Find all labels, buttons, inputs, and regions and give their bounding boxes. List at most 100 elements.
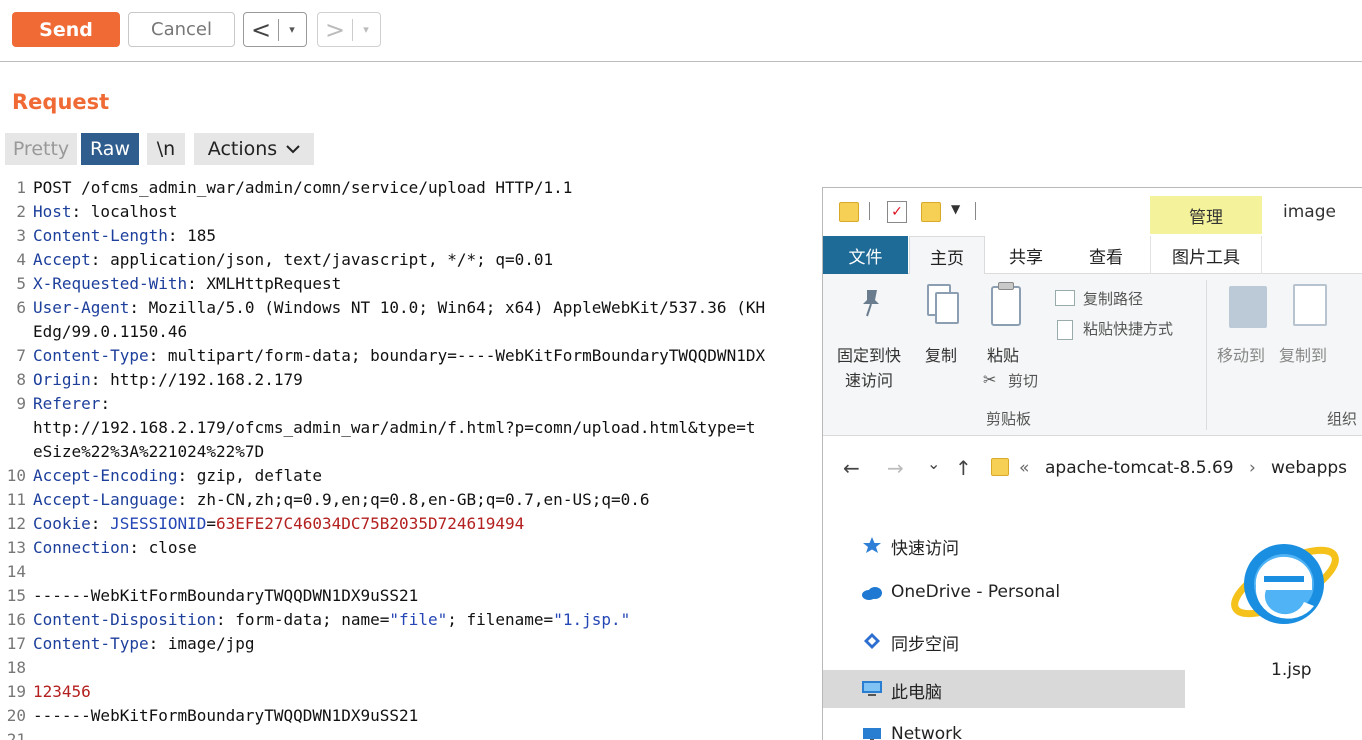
properties-icon[interactable]: ✓ xyxy=(887,201,907,223)
tab-view[interactable]: 查看 xyxy=(1067,236,1145,274)
header-line: Accept-Encoding: gzip, deflate xyxy=(33,464,322,488)
copy-to-icon[interactable] xyxy=(1293,284,1327,326)
file-name[interactable]: 1.jsp xyxy=(1271,660,1312,680)
computer-icon xyxy=(862,681,882,696)
header-line: Cookie: JSESSIONID=63EFE27C46034DC75B203… xyxy=(33,512,524,536)
send-button[interactable]: Send xyxy=(12,12,120,47)
body-line: 123456 xyxy=(33,682,91,701)
tab-home[interactable]: 主页 xyxy=(909,236,985,275)
forward-arrow-icon[interactable]: > xyxy=(318,13,352,46)
breadcrumb-webapps[interactable]: webapps xyxy=(1271,458,1347,478)
breadcrumb-overflow-icon[interactable]: « xyxy=(1019,458,1029,478)
separator xyxy=(975,202,976,220)
new-folder-icon[interactable] xyxy=(921,202,941,222)
nav-item-this-pc[interactable]: 此电脑 xyxy=(823,670,1185,708)
line-number: 8 xyxy=(16,370,26,389)
tab-manage[interactable]: 管理 xyxy=(1150,196,1262,234)
cookie-value: 63EFE27C46034DC75B2035D724619494 xyxy=(216,514,525,533)
breadcrumb-tomcat[interactable]: apache-tomcat-8.5.69 xyxy=(1045,458,1234,478)
copy-button[interactable]: 复制 xyxy=(925,342,957,366)
line-number: 15 xyxy=(6,586,26,605)
quick-access-toolbar: ✓ ▼ 管理 image xyxy=(823,188,1362,236)
nav-item-sync-space[interactable]: 同步空间 xyxy=(823,622,1185,660)
forward-dropdown-icon[interactable]: ▾ xyxy=(353,13,379,46)
back-arrow-icon[interactable]: ← xyxy=(843,456,860,480)
copy-path-button[interactable]: 复制路径 xyxy=(1083,288,1143,309)
nav-item-onedrive[interactable]: OneDrive - Personal xyxy=(823,574,1185,612)
request-editor[interactable]: 1 2 3 4 5 6 7 8 9 10 11 12 13 14 15 16 1… xyxy=(0,176,822,740)
paste-button[interactable]: 粘贴 xyxy=(987,342,1019,366)
nav-label: OneDrive - Personal xyxy=(891,582,1061,602)
separator xyxy=(1206,280,1207,430)
tab-picture-tools[interactable]: 图片工具 xyxy=(1150,236,1262,274)
recent-locations-icon[interactable]: ⌄ xyxy=(927,454,940,473)
pin-to-quick-access-label[interactable]: 固定到快 xyxy=(837,342,901,366)
line-number: 6 xyxy=(16,298,26,317)
paste-shortcut-button[interactable]: 粘贴快捷方式 xyxy=(1083,318,1173,339)
tab-share[interactable]: 共享 xyxy=(987,236,1065,274)
header-line: Origin: http://192.168.2.179 xyxy=(33,368,303,392)
actions-dropdown[interactable]: Actions xyxy=(194,133,314,165)
boundary-line: ------WebKitFormBoundaryTWQQDWN1DX9uSS21 xyxy=(33,586,419,605)
line-number: 20 xyxy=(6,706,26,725)
internet-explorer-file-icon[interactable] xyxy=(1226,522,1344,640)
header-line-continued: http://192.168.2.179/ofcms_admin_war/adm… xyxy=(33,418,756,437)
copy-icon-back xyxy=(935,292,959,324)
up-arrow-icon[interactable]: ↑ xyxy=(955,456,972,480)
window-title: image xyxy=(1283,202,1336,222)
move-to-icon[interactable] xyxy=(1229,286,1267,328)
paste-shortcut-icon[interactable] xyxy=(1057,320,1073,340)
cut-button[interactable]: 剪切 xyxy=(1008,370,1038,391)
breadcrumb-chevron-icon[interactable]: › xyxy=(1249,458,1256,478)
file-explorer-window: ✓ ▼ 管理 image 文件 主页 共享 查看 图片工具 固定到快 速访问 复… xyxy=(822,187,1362,740)
header-value: : application/json, text/javascript, */*… xyxy=(90,250,554,269)
header-value: : 185 xyxy=(167,226,217,245)
scissors-icon[interactable]: ✂ xyxy=(983,370,996,389)
line-number: 9 xyxy=(16,394,26,413)
back-dropdown-icon[interactable]: ▾ xyxy=(279,13,305,46)
ribbon-tabs: 文件 主页 共享 查看 图片工具 xyxy=(823,236,1362,275)
line-number: 11 xyxy=(6,490,26,509)
header-name: X-Requested-With xyxy=(33,274,188,293)
header-name: Host xyxy=(33,202,72,221)
organize-group-label: 组织 xyxy=(1327,410,1358,428)
paste-icon[interactable] xyxy=(991,286,1021,326)
header-value: : xyxy=(100,394,111,413)
tab-file[interactable]: 文件 xyxy=(823,236,908,274)
back-arrow-icon[interactable]: < xyxy=(244,13,278,46)
cancel-button[interactable]: Cancel xyxy=(128,12,235,47)
header-line: Accept: application/json, text/javascrip… xyxy=(33,248,553,272)
chevron-down-icon xyxy=(286,145,300,154)
line-number: 5 xyxy=(16,274,26,293)
line-number: 4 xyxy=(16,250,26,269)
customize-toolbar-icon[interactable]: ▼ xyxy=(951,202,960,216)
nav-label: Network xyxy=(891,724,962,740)
header-value: ; filename= xyxy=(447,610,554,629)
request-line: POST /ofcms_admin_war/admin/comn/service… xyxy=(33,178,573,197)
copy-to-button[interactable]: 复制到 xyxy=(1279,342,1327,366)
sync-icon xyxy=(864,633,880,649)
header-name: Content-Length xyxy=(33,226,168,245)
line-number: 10 xyxy=(6,466,26,485)
tab-pretty[interactable]: Pretty xyxy=(5,133,77,165)
history-forward-group: > ▾ xyxy=(317,12,381,47)
header-name: Content-Disposition xyxy=(33,610,217,629)
pin-icon[interactable] xyxy=(859,288,883,318)
header-line: Host: localhost xyxy=(33,200,178,224)
header-line: Referer: xyxy=(33,392,110,416)
copy-path-icon[interactable] xyxy=(1055,290,1075,306)
pin-to-quick-access-label-2[interactable]: 速访问 xyxy=(845,367,893,391)
line-number: 2 xyxy=(16,202,26,221)
boundary-line: ------WebKitFormBoundaryTWQQDWN1DX9uSS21 xyxy=(33,706,419,725)
nav-item-quick-access[interactable]: 快速访问 xyxy=(823,526,1185,564)
folder-icon[interactable] xyxy=(839,202,859,222)
forward-arrow-icon[interactable]: → xyxy=(887,456,904,480)
tab-raw[interactable]: Raw xyxy=(81,133,139,165)
header-line: Content-Type: multipart/form-data; bound… xyxy=(33,344,765,368)
newline-toggle-button[interactable]: \n xyxy=(147,133,185,165)
move-to-button[interactable]: 移动到 xyxy=(1217,342,1265,366)
nav-item-network[interactable]: Network xyxy=(823,716,1185,740)
header-name: Accept xyxy=(33,250,91,269)
cookie-equals: = xyxy=(206,514,217,533)
header-value: : gzip, deflate xyxy=(177,466,323,485)
